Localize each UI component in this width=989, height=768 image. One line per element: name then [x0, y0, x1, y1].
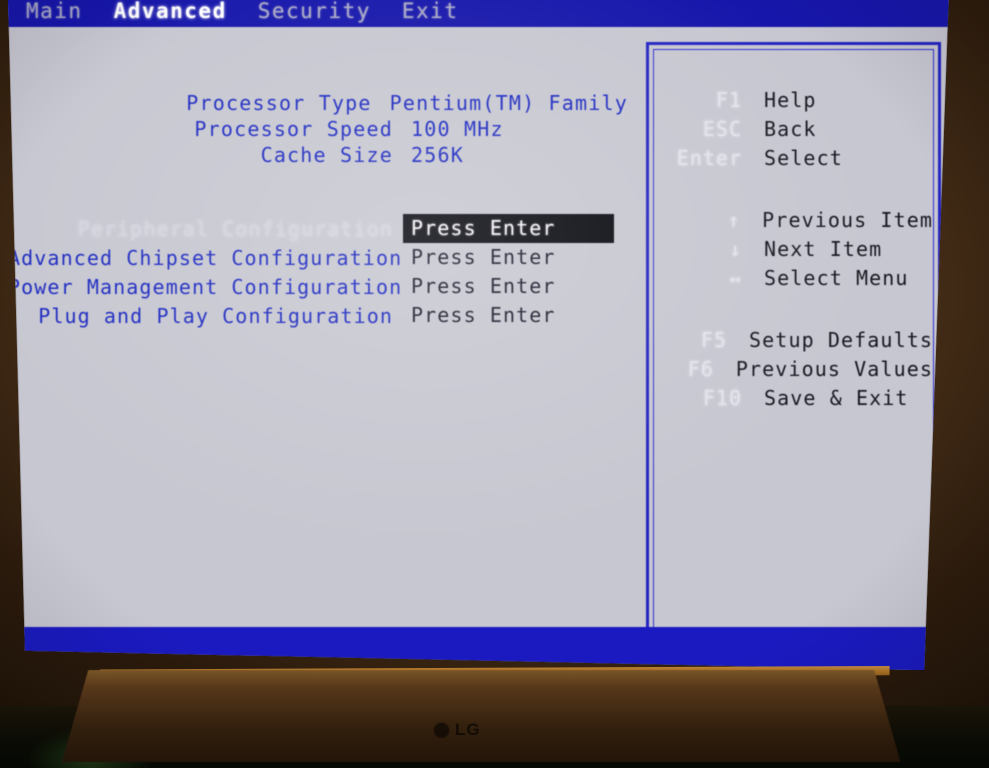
help-desc-select: Select — [764, 146, 843, 170]
help-desc-select-menu: Select Menu — [764, 266, 909, 290]
lg-brand-text: LG — [455, 720, 481, 739]
arrow-down-icon: ↓ — [729, 239, 742, 261]
submenu-options-block: Peripheral Configuration Press Enter Adv… — [8, 214, 628, 330]
bios-body: Processor Type Pentium(TM) Family Proces… — [8, 27, 949, 662]
option-value-power-management-configuration[interactable]: Press Enter — [403, 272, 614, 301]
system-info-block: Processor Type Pentium(TM) Family Proces… — [8, 91, 628, 169]
option-label-plug-and-play-configuration: Plug and Play Configuration — [38, 303, 393, 328]
menu-tab-main[interactable]: Main — [26, 0, 100, 23]
option-row-advanced-chipset-configuration[interactable]: Advanced Chipset Configuration Press Ent… — [8, 243, 628, 272]
help-row-up-previous-item: ↑ Previous Item — [654, 208, 933, 237]
help-key-f1: F1 — [715, 88, 742, 112]
help-desc-previous-values: Previous Values — [735, 357, 933, 381]
help-key-f5: F5 — [700, 328, 728, 352]
menu-tab-advanced[interactable]: Advanced — [114, 0, 244, 23]
monitor-photo: Main Advanced Security Exit Processor Ty… — [0, 0, 989, 768]
help-desc-back: Back — [764, 117, 817, 141]
help-key-f10: F10 — [702, 386, 742, 410]
help-desc-previous-item: Previous Item — [762, 208, 933, 232]
crt-monitor: Main Advanced Security Exit Processor Ty… — [0, 0, 949, 754]
monitor-chin — [54, 670, 901, 762]
option-row-peripheral-configuration[interactable]: Peripheral Configuration Press Enter — [8, 214, 628, 243]
help-legend-panel: F1 Help ESC Back Enter Select ↑ Previous… — [646, 42, 941, 662]
bios-menubar: Main Advanced Security Exit — [8, 0, 949, 27]
help-row-f5-setup-defaults: F5 Setup Defaults — [654, 328, 933, 357]
help-desc-help: Help — [764, 88, 817, 112]
option-label-advanced-chipset-configuration: Advanced Chipset Configuration — [8, 245, 403, 270]
help-desc-setup-defaults: Setup Defaults — [749, 328, 933, 352]
option-value-advanced-chipset-configuration[interactable]: Press Enter — [403, 243, 614, 272]
option-value-plug-and-play-configuration[interactable]: Press Enter — [403, 301, 614, 330]
help-row-enter-select: Enter Select — [654, 146, 933, 175]
menu-tab-exit[interactable]: Exit — [402, 0, 476, 23]
info-value-processor-type: Pentium(TM) Family — [389, 91, 628, 115]
help-row-leftright-select-menu: ↔ Select Menu — [654, 266, 933, 295]
help-row-f6-previous-values: F6 Previous Values — [654, 357, 933, 386]
help-row-esc-back: ESC Back — [654, 117, 933, 146]
option-label-power-management-configuration: Power Management Configuration — [8, 274, 403, 299]
arrow-up-icon: ↑ — [727, 210, 741, 232]
info-label-cache-size: Cache Size — [260, 143, 393, 167]
option-value-peripheral-configuration[interactable]: Press Enter — [403, 214, 614, 243]
help-key-enter: Enter — [676, 146, 742, 170]
info-value-cache-size: 256K — [411, 143, 464, 167]
info-label-processor-speed: Processor Speed — [194, 117, 393, 141]
help-key-esc: ESC — [702, 117, 742, 141]
help-group-navigation-keys: F1 Help ESC Back Enter Select — [654, 88, 933, 175]
help-group-arrow-keys: ↑ Previous Item ↓ Next Item ↔ Select Men… — [654, 208, 933, 295]
option-label-peripheral-configuration: Peripheral Configuration — [77, 216, 393, 241]
crt-screen-bezel: Main Advanced Security Exit Processor Ty… — [7, 0, 949, 671]
help-key-f6: F6 — [687, 357, 714, 381]
lg-mark-icon — [433, 721, 450, 739]
help-row-f10-save-and-exit: F10 Save & Exit — [654, 386, 933, 415]
info-row-cache-size: Cache Size 256K — [8, 143, 628, 169]
info-value-processor-speed: 100 MHz — [411, 117, 504, 141]
help-legend-inner: F1 Help ESC Back Enter Select ↑ Previous… — [653, 49, 934, 655]
help-group-function-keys: F5 Setup Defaults F6 Previous Values F10… — [654, 328, 933, 415]
bios-status-bar — [8, 627, 949, 670]
info-row-processor-speed: Processor Speed 100 MHz — [8, 117, 628, 143]
info-row-processor-type: Processor Type Pentium(TM) Family — [8, 91, 628, 117]
option-row-power-management-configuration[interactable]: Power Management Configuration Press Ent… — [8, 272, 628, 301]
help-desc-save-and-exit: Save & Exit — [764, 386, 909, 410]
arrow-left-right-icon: ↔ — [729, 268, 742, 290]
menu-tab-security[interactable]: Security — [258, 0, 388, 23]
info-label-processor-type: Processor Type — [186, 91, 372, 115]
help-row-f1-help: F1 Help — [654, 88, 933, 117]
option-row-plug-and-play-configuration[interactable]: Plug and Play Configuration Press Enter — [8, 301, 628, 330]
help-row-down-next-item: ↓ Next Item — [654, 237, 933, 266]
help-desc-next-item: Next Item — [764, 237, 883, 261]
lg-brand-logo: LG — [433, 720, 481, 740]
bios-setup-screen: Main Advanced Security Exit Processor Ty… — [8, 0, 949, 670]
